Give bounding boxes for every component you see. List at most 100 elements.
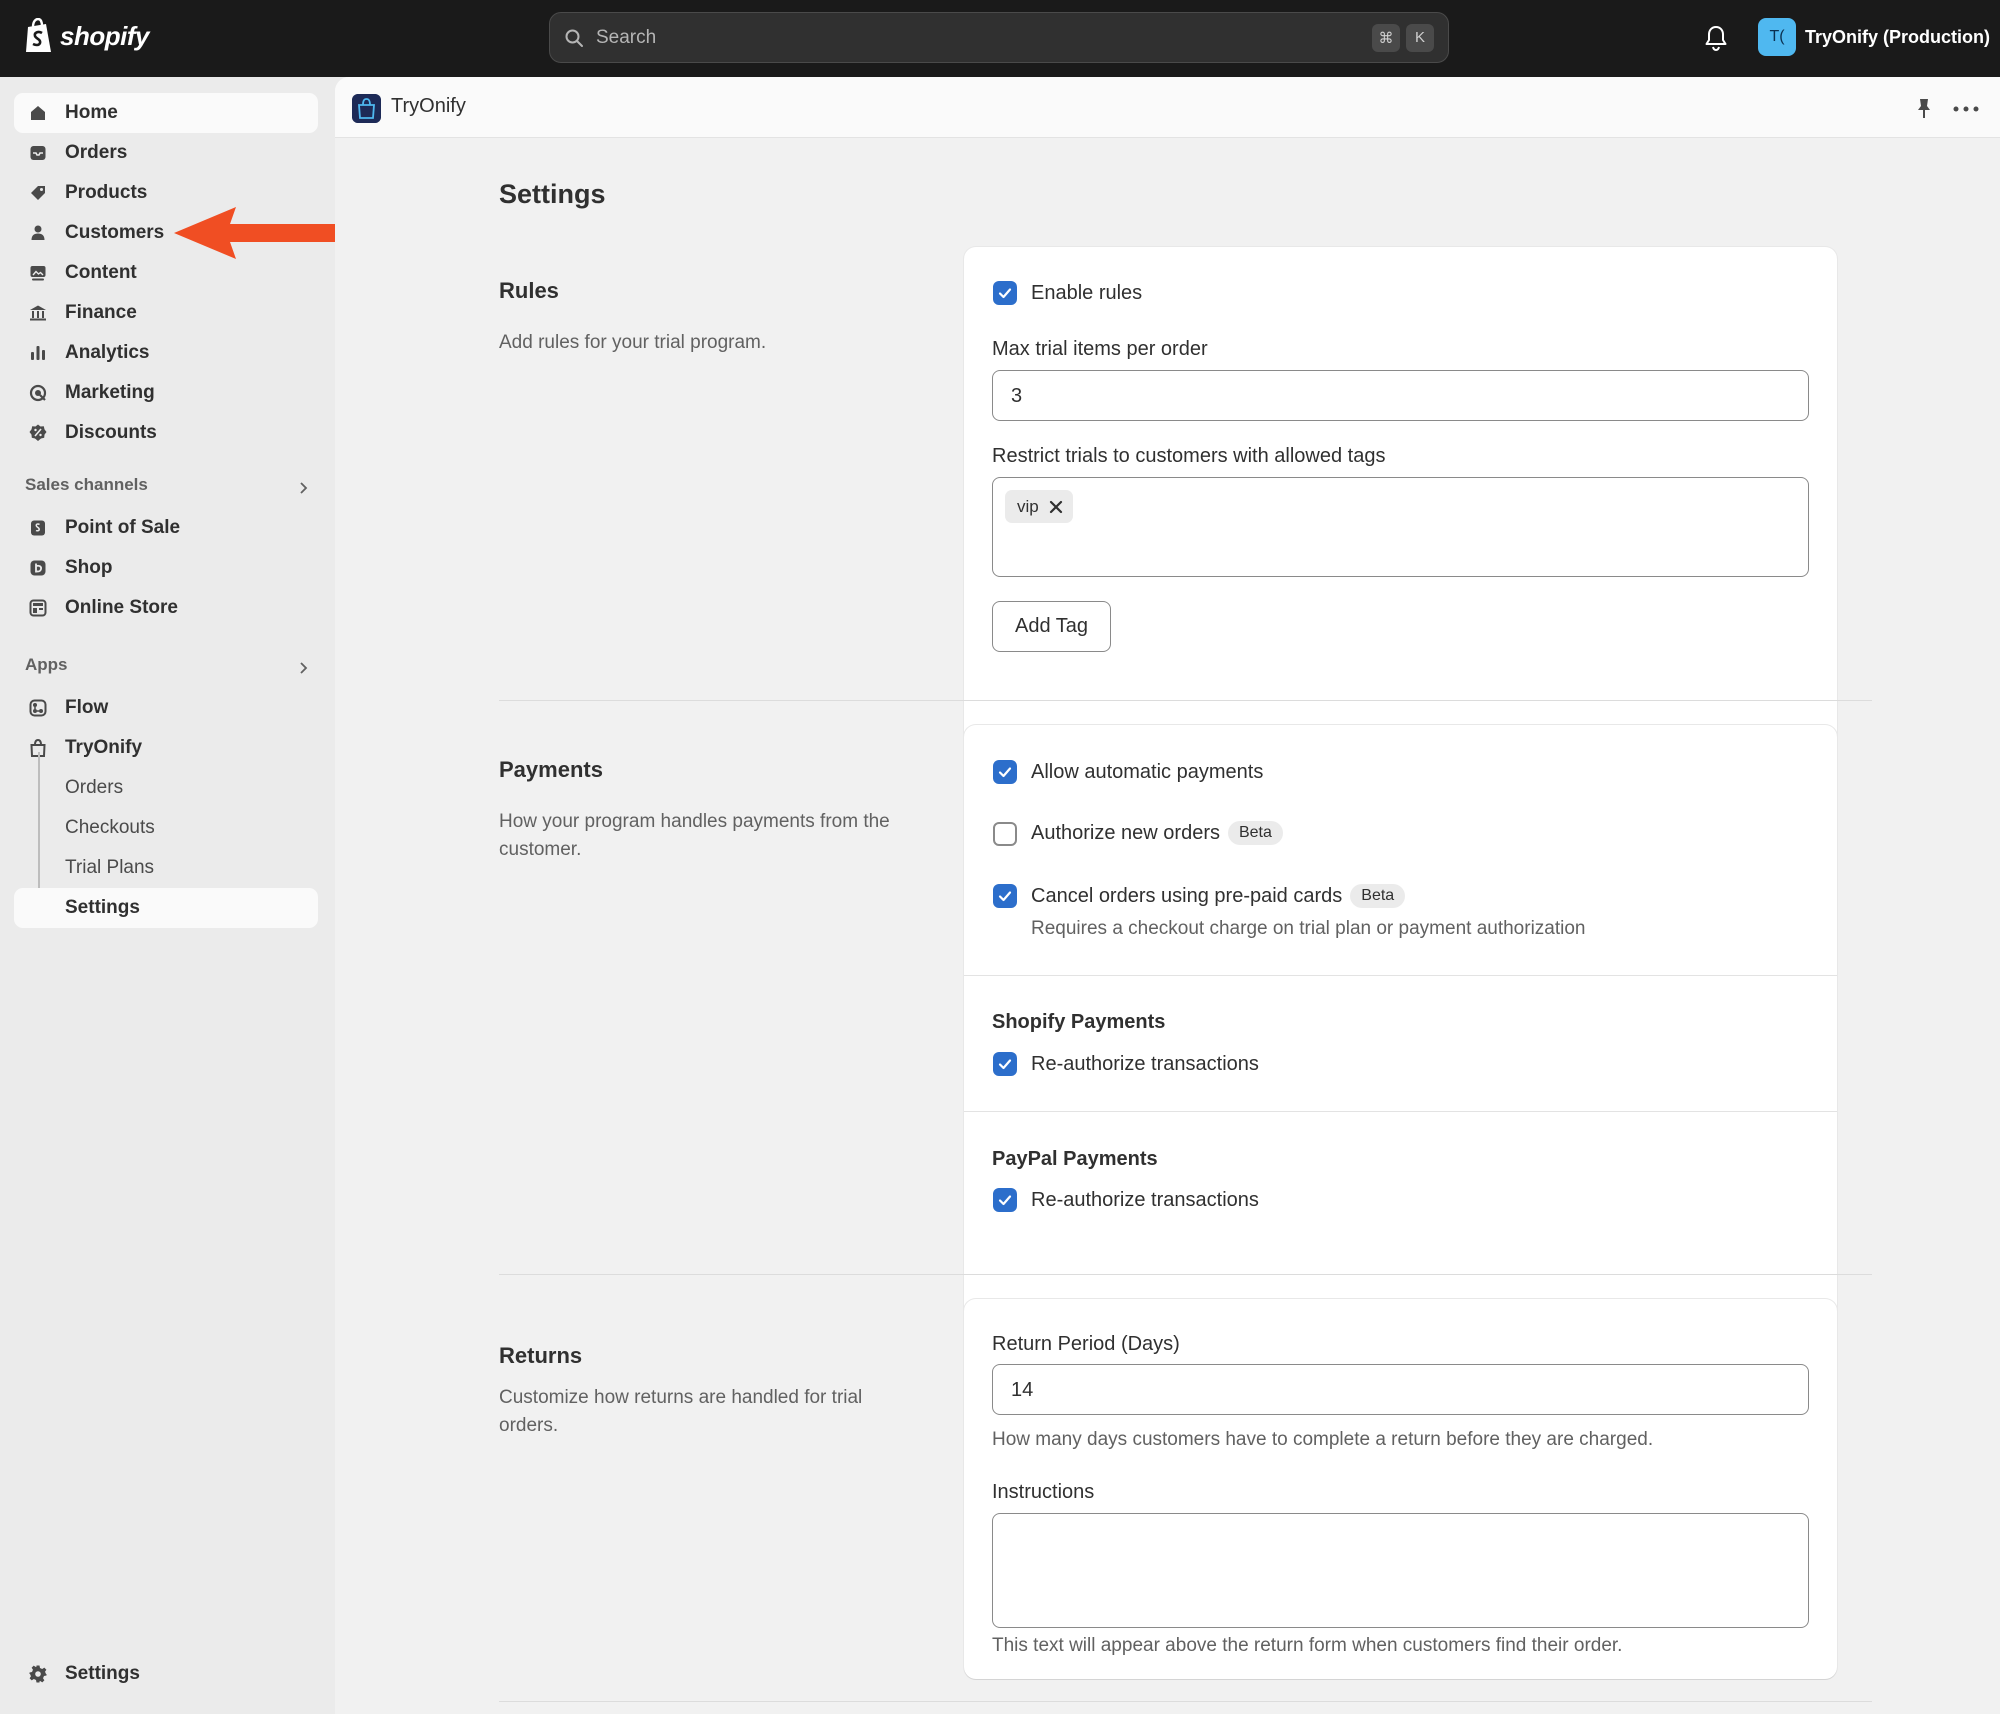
returns-section-title: Returns [499, 1343, 583, 1368]
gear-icon [29, 1665, 47, 1683]
sidebar-subitem-trial-plans[interactable]: Trial Plans [14, 848, 318, 888]
returns-card: Return Period (Days) 14 How many days cu… [964, 1299, 1837, 1679]
tag-chip-label: vip [1017, 496, 1039, 516]
cancel-prepaid-help-text: Requires a checkout charge on trial plan… [1031, 918, 1586, 939]
sidebar-subitem-checkouts[interactable]: Checkouts [14, 808, 318, 848]
sidebar-subitem-orders[interactable]: Orders [14, 768, 318, 808]
app-title: TryOnify [391, 95, 466, 117]
sidebar-item-settings[interactable]: Settings [14, 1654, 318, 1694]
more-options-icon[interactable] [1953, 106, 1979, 112]
sidebar-item-discounts[interactable]: Discounts [14, 413, 318, 453]
beta-badge: Beta [1350, 884, 1406, 908]
add-tag-button[interactable]: Add Tag [992, 601, 1112, 652]
payments-section-title: Payments [499, 757, 603, 782]
authorize-new-orders-label: Authorize new orders Beta [1031, 821, 1283, 845]
sidebar-item-shop[interactable]: Shop [14, 548, 318, 588]
authorize-new-orders-text: Authorize new orders [1031, 822, 1220, 844]
sidebar-item-tryonify[interactable]: TryOnify [14, 728, 318, 768]
sidebar-item-analytics[interactable]: Analytics [14, 333, 318, 373]
shopify-reauthorize-checkbox[interactable] [993, 1052, 1017, 1076]
search-bar[interactable]: Search ⌘ K [549, 12, 1449, 63]
sidebar-item-label: Home [65, 102, 118, 123]
checkmark-icon [998, 891, 1012, 902]
shortcut-key-cmd: ⌘ [1372, 23, 1400, 52]
shopify-bag-icon [26, 18, 51, 52]
pin-icon[interactable] [1915, 97, 1933, 119]
section-divider [499, 1274, 1872, 1275]
enable-rules-checkbox[interactable] [993, 281, 1017, 305]
cancel-prepaid-orders-checkbox[interactable] [993, 884, 1017, 908]
inbox-icon [30, 146, 46, 160]
main-content: TryOnify Settings Rules Add rules for yo… [335, 77, 2000, 1714]
sidebar-item-label: Flow [65, 697, 109, 718]
sidebar-subitem-label: Settings [65, 897, 140, 918]
shopify-payments-heading: Shopify Payments [992, 1011, 1166, 1033]
enable-rules-label: Enable rules [1031, 282, 1143, 304]
app-header: TryOnify [335, 77, 2000, 138]
sidebar-subitem-label: Trial Plans [65, 857, 155, 878]
chevron-right-icon[interactable] [296, 661, 310, 675]
sidebar-subitem-label: Checkouts [65, 817, 155, 838]
search-icon [565, 29, 583, 47]
shopify-logo[interactable]: shopify [24, 18, 149, 54]
returns-section-description: Customize how returns are handled for tr… [499, 1387, 863, 1436]
sidebar-item-label: Marketing [65, 382, 155, 403]
instructions-textarea[interactable] [992, 1513, 1809, 1628]
sidebar-item-label: Settings [65, 1663, 140, 1684]
sidebar-item-flow[interactable]: Flow [14, 688, 318, 728]
sidebar-item-label: TryOnify [65, 737, 143, 758]
sidebar-item-label: Content [65, 262, 137, 283]
allowed-tags-field[interactable]: vip [992, 477, 1809, 577]
store-switcher[interactable]: T( TryOnify (Production) [1758, 18, 1990, 56]
store-avatar: T( [1758, 18, 1796, 56]
sidebar-item-label: Online Store [65, 597, 178, 618]
bar-chart-icon [31, 346, 45, 360]
tag-icon [31, 186, 45, 200]
payments-section-description: How your program handles payments from t… [499, 811, 890, 860]
sidebar-subitem-settings[interactable]: Settings [14, 888, 318, 928]
cancel-prepaid-orders-text: Cancel orders using pre-paid cards [1031, 885, 1343, 907]
sales-channels-heading[interactable]: Sales channels [25, 475, 148, 495]
section-divider [499, 700, 1872, 701]
return-period-input[interactable]: 14 [992, 1364, 1809, 1415]
paypal-reauthorize-checkbox[interactable] [993, 1188, 1017, 1212]
card-section-divider [964, 1111, 1837, 1112]
rules-card: Enable rules Max trial items per order 3… [964, 247, 1837, 755]
sidebar-item-orders[interactable]: Orders [14, 133, 318, 173]
allow-automatic-payments-label: Allow automatic payments [1031, 761, 1264, 783]
sidebar: Home Orders Products Customers Content F… [0, 77, 335, 1714]
sidebar-item-online-store[interactable]: Online Store [14, 588, 318, 628]
shopify-reauthorize-label: Re-authorize transactions [1031, 1053, 1259, 1075]
instructions-label: Instructions [992, 1481, 1095, 1503]
notifications-bell-icon[interactable] [1703, 24, 1729, 52]
allowed-tags-label: Restrict trials to customers with allowe… [992, 445, 1386, 467]
instructions-help-text: This text will appear above the return f… [992, 1635, 1623, 1656]
checkmark-icon [998, 767, 1012, 778]
paypal-reauthorize-label: Re-authorize transactions [1031, 1189, 1259, 1211]
remove-tag-icon[interactable] [1049, 500, 1063, 514]
apps-heading[interactable]: Apps [25, 655, 68, 675]
sidebar-subitem-label: Orders [65, 777, 124, 798]
tryonify-app-icon[interactable] [352, 94, 381, 123]
sidebar-item-label: Discounts [65, 422, 157, 443]
max-trial-items-input[interactable]: 3 [992, 370, 1809, 421]
sidebar-item-point-of-sale[interactable]: Point of Sale [14, 508, 318, 548]
sidebar-item-marketing[interactable]: Marketing [14, 373, 318, 413]
chevron-right-icon[interactable] [296, 481, 310, 495]
home-icon [31, 106, 45, 120]
sidebar-item-home[interactable]: Home [14, 93, 318, 133]
section-divider [499, 1701, 1872, 1702]
shop-icon [30, 560, 46, 576]
authorize-new-orders-checkbox[interactable] [993, 822, 1017, 846]
payments-card: Allow automatic payments Authorize new o… [964, 725, 1837, 1329]
return-period-label: Return Period (Days) [992, 1333, 1180, 1355]
pos-icon [31, 520, 45, 536]
paypal-payments-heading: PayPal Payments [992, 1148, 1158, 1170]
store-icon [29, 599, 47, 617]
allow-automatic-payments-checkbox[interactable] [993, 760, 1017, 784]
rules-section-description: Add rules for your trial program. [499, 332, 767, 353]
image-icon [30, 266, 46, 281]
sidebar-item-finance[interactable]: Finance [14, 293, 318, 333]
flow-icon [29, 699, 47, 717]
sidebar-item-label: Customers [65, 222, 165, 243]
